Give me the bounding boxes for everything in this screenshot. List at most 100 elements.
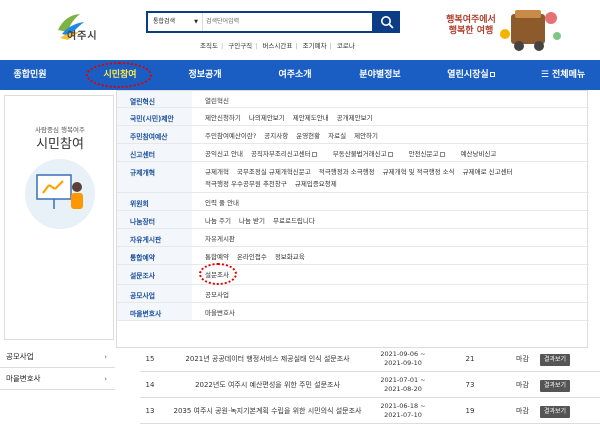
mega-link[interactable]: 제안제도안내 <box>293 114 329 122</box>
mega-link-label: 운영현황 <box>296 132 321 140</box>
mega-row: 규제개혁 규제개혁 국무조정실 규제개혁신문고 적극행정과 소극행정 규제개혁 및 적극… <box>117 162 589 193</box>
mega-category[interactable]: 위원회 <box>117 193 192 210</box>
mega-links: 공익신고 안내 공직자부조리신고센터 부동산불법거래신고 안전신문고 예산낭비신고 <box>205 148 585 160</box>
search-scope-select[interactable]: 통합검색 ▼ <box>148 13 203 31</box>
mega-category[interactable]: 설문조사 <box>117 265 192 284</box>
view-results-button[interactable]: 결과보기 <box>540 354 571 366</box>
logo-text[interactable]: 여주시 <box>67 27 98 42</box>
mega-category[interactable]: 국민(시민)제안 <box>117 108 192 125</box>
mega-link[interactable]: 공모사업 <box>205 291 229 299</box>
quick-link-jobs[interactable]: 구인구직 <box>228 42 252 50</box>
nav-item-field-info[interactable]: 분야별정보 <box>340 60 420 90</box>
mega-category[interactable]: 나눔장터 <box>117 211 192 228</box>
survey-title-link[interactable]: 2022년도 여주시 예산편성을 위한 주민 설문조사 <box>165 372 370 398</box>
mega-link-label: 마을변호사 <box>205 309 235 317</box>
nav-item-civil-service[interactable]: 종합민원 <box>0 60 60 90</box>
mega-link[interactable]: 규제애로 신고센터 <box>463 168 513 176</box>
mega-link[interactable]: 온라인접수 <box>237 253 267 261</box>
nav-item-about-yeoju[interactable]: 여주소개 <box>260 60 330 90</box>
quick-link-scrap[interactable]: 조기폐차 <box>303 42 327 50</box>
mega-links: 통합예약 온라인접수 정보화교육 <box>205 251 585 263</box>
mega-links: 인력 풀 안내 <box>205 197 585 209</box>
mega-link[interactable]: 규제개혁 및 적극행정 소식 <box>383 168 455 176</box>
mega-link-label: 적극행정 우수공무원 추천창구 <box>205 180 287 188</box>
mega-link[interactable]: 주민참여예산이란? <box>205 132 256 140</box>
chevron-right-icon: › <box>104 375 107 383</box>
mega-link[interactable]: 규제개혁 <box>205 168 229 176</box>
mega-category[interactable]: 주민참여예산 <box>117 126 192 143</box>
mega-link-label: 통합예약 <box>205 253 229 261</box>
mega-link[interactable]: 자료실 <box>328 132 346 140</box>
mega-category[interactable]: 공모사업 <box>117 285 192 302</box>
mega-link[interactable]: 예산낭비신고 <box>461 150 497 158</box>
mega-link[interactable]: 부동산불법거래신고 <box>333 150 401 158</box>
side-item-contest[interactable]: 공모사업 › <box>0 346 115 368</box>
mega-link[interactable]: 적극행정 우수공무원 추천창구 <box>205 180 287 188</box>
participant-count: 19 <box>465 407 475 415</box>
mega-link[interactable]: 마을변호사 <box>205 309 235 317</box>
mega-link[interactable]: 안전신문고 <box>409 150 453 158</box>
mega-category[interactable]: 통합예약 <box>117 247 192 264</box>
mega-category[interactable]: 열린혁신 <box>117 91 192 107</box>
mega-link[interactable]: 통합예약 <box>205 253 229 261</box>
chevron-right-icon: › <box>104 353 107 361</box>
mega-category[interactable]: 마을변호사 <box>117 303 192 320</box>
side-item-village-lawyer[interactable]: 마을변호사 › <box>0 368 115 390</box>
mega-link[interactable]: 나눔 받기 <box>239 217 265 225</box>
view-results-button[interactable]: 결과보기 <box>540 380 571 392</box>
nav-item-all-menu[interactable]: ☰ 전체메뉴 <box>528 60 598 90</box>
search-box: 통합검색 ▼ 검색단어입력 <box>146 11 374 33</box>
view-results-button[interactable]: 결과보기 <box>540 406 571 418</box>
mega-link[interactable]: 규제입증요청제 <box>295 180 337 188</box>
mega-link-label: 규제애로 신고센터 <box>462 168 513 176</box>
survey-period: 2021-06-18 ~2021-07-10 <box>368 398 438 424</box>
survey-title-link[interactable]: 2035 여주시 공원·녹지기본계획 수립을 위한 시민의식 설문조사 <box>165 398 370 424</box>
side-item-contest-label: 공모사업 <box>6 352 34 361</box>
header: 여주시 통합검색 ▼ 검색단어입력 조직도 | 구인구직 | 버스시간표 | 조기폐차… <box>0 0 600 60</box>
result-cell: 결과보기 <box>540 398 580 424</box>
quick-link-covid[interactable]: 코로나 <box>337 42 355 50</box>
mega-link[interactable]: 운영현황 <box>296 132 320 140</box>
mega-link[interactable]: 공지사항 <box>264 132 288 140</box>
mega-category[interactable]: 자유게시판 <box>117 229 192 246</box>
mega-link[interactable]: 나의제안보기 <box>249 114 285 122</box>
mega-link[interactable]: 공개제안보기 <box>337 114 373 122</box>
mega-category[interactable]: 규제개혁 <box>117 162 192 192</box>
mega-link[interactable]: 공직자부조리신고센터 <box>251 150 325 158</box>
quick-link-org[interactable]: 조직도 <box>200 42 218 50</box>
main-nav: 종합민원 시민참여 정보공개 여주소개 분야별정보 열린시장실 ☰ 전체메뉴 <box>0 60 600 90</box>
quick-link-bus[interactable]: 버스시간표 <box>262 42 292 50</box>
mega-link[interactable]: 적극행정과 소극행정 <box>319 168 375 176</box>
mega-link-label: 예산낭비신고 <box>460 150 497 158</box>
survey-title-link[interactable]: 2021년 공공데이터 행정서비스 제공실태 인식 설문조사 <box>165 346 370 372</box>
side-menu-list: 공모사업 › 마을변호사 › <box>0 346 115 390</box>
mega-row: 통합예약 통합예약 온라인접수 정보화교육 <box>117 247 589 265</box>
mega-link-label: 열린혁신 <box>205 97 229 105</box>
mega-link[interactable]: 자유게시판 <box>205 235 235 243</box>
mega-link-label: 제안신청하기 <box>205 114 241 122</box>
mega-link-label: 규제개혁 및 적극행정 소식 <box>382 168 455 176</box>
mega-link[interactable]: 인력 풀 안내 <box>205 199 239 207</box>
nav-item-info-disclosure[interactable]: 정보공개 <box>170 60 240 90</box>
nav-item-mayor-office[interactable]: 열린시장실 <box>438 60 504 90</box>
mega-category[interactable]: 신고센터 <box>117 144 192 161</box>
mega-link-label: 정보화교육 <box>274 253 305 261</box>
mega-link-label: 공직자부조리신고센터 <box>250 150 311 158</box>
mega-links: 자유게시판 <box>205 233 585 245</box>
mega-link-label: 제안하기 <box>354 132 379 140</box>
search-input[interactable]: 검색단어입력 <box>206 13 366 31</box>
mega-link-label: 안전신문고 <box>408 150 439 158</box>
mega-row: 마을변호사 마을변호사 <box>117 303 589 321</box>
mega-link[interactable]: 국무조정실 규제개혁신문고 <box>237 168 311 176</box>
mega-link-label: 제안제도안내 <box>292 114 329 122</box>
mega-link[interactable]: 무료로드립니다 <box>273 217 315 225</box>
mega-link[interactable]: 제안신청하기 <box>205 114 241 122</box>
mega-link[interactable]: 공익신고 안내 <box>205 150 243 158</box>
mega-link[interactable]: 나눔 주기 <box>205 217 231 225</box>
mega-link[interactable]: 제안하기 <box>354 132 378 140</box>
mega-link[interactable]: 정보화교육 <box>275 253 305 261</box>
search-button[interactable] <box>374 11 400 33</box>
mega-row: 열린혁신 열린혁신 <box>117 91 589 108</box>
survey-period: 2021-09-06 ~2021-09-10 <box>368 346 438 372</box>
mega-link[interactable]: 열린혁신 <box>205 97 229 105</box>
